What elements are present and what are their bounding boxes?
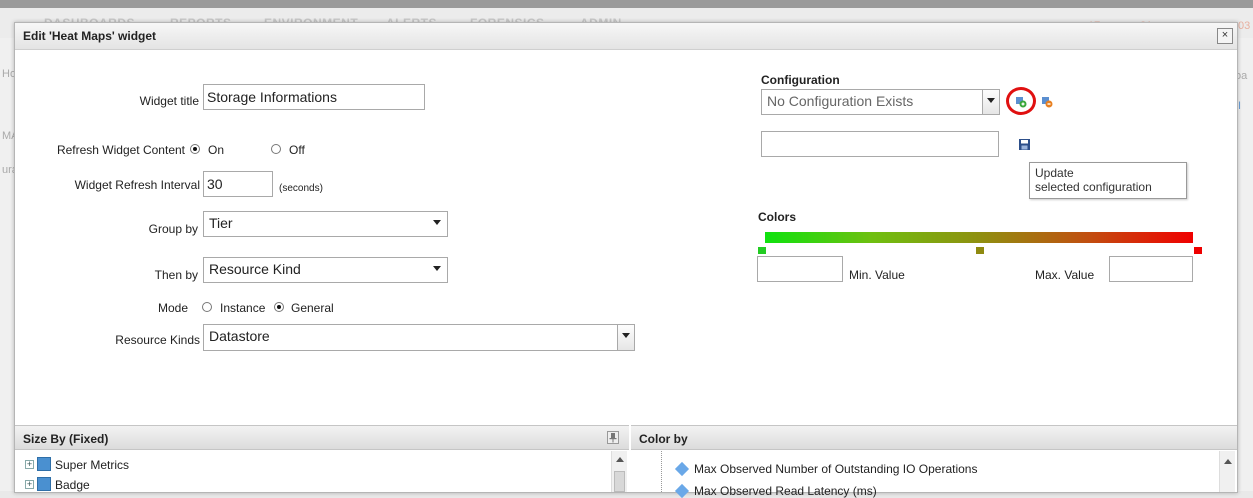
save-icon[interactable] (1019, 139, 1030, 150)
interval-input[interactable] (203, 171, 273, 197)
size-by-header: Size By (Fixed) (15, 425, 629, 450)
badge-icon (37, 477, 51, 491)
configuration-name-input[interactable] (761, 131, 999, 157)
scroll-up-icon[interactable] (1224, 459, 1232, 464)
mode-general-radio[interactable] (274, 302, 284, 312)
resource-kinds-select[interactable]: Datastore (203, 324, 635, 351)
widget-title-input[interactable] (203, 84, 425, 110)
tree-item-badge[interactable]: Badge (55, 478, 90, 492)
color-gradient-bar[interactable] (765, 232, 1193, 243)
interval-label: Widget Refresh Interval (74, 178, 200, 192)
max-value-label: Max. Value (1035, 268, 1095, 282)
dialog-header[interactable]: Edit 'Heat Maps' widget × (15, 23, 1237, 50)
colors-title: Colors (758, 210, 797, 224)
chevron-down-icon (987, 98, 995, 103)
min-value-input[interactable] (757, 256, 843, 282)
mode-label: Mode (157, 301, 188, 315)
dropdown-button[interactable] (982, 90, 999, 114)
update-configuration-tooltip: Update selected configuration (1029, 162, 1187, 199)
tree-item-max-outstanding-io[interactable]: Max Observed Number of Outstanding IO Op… (694, 462, 977, 476)
refresh-off-label: Off (289, 143, 305, 157)
mode-instance-radio[interactable] (202, 302, 212, 312)
expand-icon[interactable]: + (25, 460, 34, 469)
refresh-on-label: On (208, 143, 225, 157)
chevron-down-icon (433, 266, 441, 271)
alert-count-3: 03 (1238, 20, 1251, 32)
edit-widget-dialog: Edit 'Heat Maps' widget × Widget title R… (14, 22, 1238, 498)
delete-configuration-icon[interactable] (1041, 96, 1053, 108)
then-by-label: Then by (154, 268, 198, 282)
refresh-on-radio[interactable] (190, 144, 200, 154)
pin-icon[interactable] (607, 431, 619, 444)
min-color-marker[interactable] (758, 247, 766, 254)
mid-color-marker[interactable] (976, 247, 984, 254)
refresh-label: Refresh Widget Content (56, 143, 185, 157)
metric-icon (674, 461, 690, 477)
app-top-bar (0, 0, 1253, 8)
mode-instance-label: Instance (220, 301, 266, 315)
scroll-up-icon[interactable] (616, 457, 624, 462)
group-by-select[interactable]: Tier (203, 211, 448, 237)
refresh-off-radio[interactable] (271, 144, 281, 154)
mode-general-label: General (291, 301, 334, 315)
highlight-circle (1006, 87, 1036, 115)
max-value-input[interactable] (1109, 256, 1193, 282)
super-metrics-icon (37, 457, 51, 471)
configuration-select[interactable]: No Configuration Exists (761, 89, 1000, 115)
max-color-marker[interactable] (1194, 247, 1202, 254)
tree-line (661, 451, 662, 492)
tree-item-super-metrics[interactable]: Super Metrics (55, 458, 129, 472)
color-by-scrollbar[interactable] (1219, 451, 1235, 492)
close-button[interactable]: × (1217, 28, 1233, 44)
chevron-down-icon (622, 333, 630, 338)
resource-kinds-label: Resource Kinds (115, 333, 200, 347)
interval-unit: (seconds) (279, 183, 323, 194)
group-by-label: Group by (148, 222, 198, 236)
scrollbar-thumb[interactable] (614, 471, 625, 492)
dialog-title: Edit 'Heat Maps' widget (23, 29, 157, 43)
dropdown-button[interactable] (617, 325, 634, 350)
expand-icon[interactable]: + (25, 480, 34, 489)
widget-title-label: Widget title (139, 94, 199, 108)
size-by-scrollbar[interactable] (611, 451, 627, 492)
chevron-down-icon (433, 220, 441, 225)
color-by-header: Color by (631, 425, 1237, 450)
then-by-select[interactable]: Resource Kind (203, 257, 448, 283)
tree-item-max-read-latency[interactable]: Max Observed Read Latency (ms) (694, 484, 877, 498)
min-value-label: Min. Value (849, 268, 905, 282)
configuration-title: Configuration (761, 73, 840, 87)
